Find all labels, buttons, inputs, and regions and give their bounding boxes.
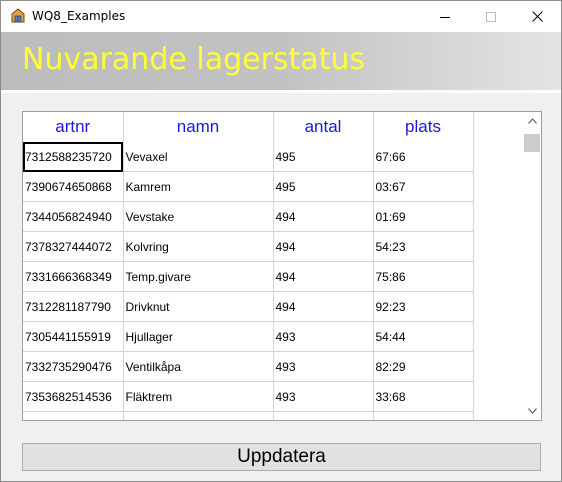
cell-antal[interactable]: 493	[273, 321, 374, 352]
cell-namn[interactable]: Temp.givare	[123, 261, 274, 292]
cell-artnr[interactable]: 7344056824940	[23, 201, 124, 232]
minimize-button[interactable]	[422, 1, 468, 32]
cell-antal[interactable]	[273, 411, 374, 420]
column-header-artnr[interactable]: artnr	[23, 112, 124, 142]
column-header-namn[interactable]: namn	[123, 112, 274, 142]
cell-antal[interactable]: 495	[273, 142, 374, 172]
cell-plats[interactable]: 54:23	[373, 231, 474, 262]
cell-namn[interactable]: Hjullager	[123, 321, 274, 352]
table-row[interactable]: 7305441155919 Hjullager 493 54:44	[23, 321, 474, 352]
cell-plats[interactable]: 03:67	[373, 171, 474, 202]
cell-antal[interactable]: 494	[273, 201, 374, 232]
header-row: artnr namn antal plats	[23, 112, 474, 142]
table-row[interactable]: 7312588235720 Vevaxel 495 67:66	[23, 142, 474, 172]
table-row[interactable]: 7378327444072 Kolvring 494 54:23	[23, 231, 474, 262]
cell-artnr[interactable]: 7305441155919	[23, 321, 124, 352]
cell-plats[interactable]	[373, 411, 474, 420]
cell-artnr[interactable]: 7312588235720	[23, 142, 124, 172]
cell-antal[interactable]: 494	[273, 231, 374, 262]
close-button[interactable]	[514, 1, 560, 32]
scroll-thumb[interactable]	[524, 134, 540, 152]
close-icon	[531, 11, 543, 22]
cell-antal[interactable]: 495	[273, 171, 374, 202]
table-row[interactable]: 7353682514536 Fläktrem 493 33:68	[23, 381, 474, 412]
scroll-down-button[interactable]	[523, 402, 541, 420]
cell-artnr[interactable]: 7353682514536	[23, 381, 124, 412]
table-row[interactable]	[23, 411, 474, 420]
inventory-table: artnr namn antal plats 7312588235720 Vev…	[23, 112, 474, 420]
cell-namn[interactable]: Fläktrem	[123, 381, 274, 412]
cell-namn[interactable]: Kolvring	[123, 231, 274, 262]
cell-artnr[interactable]: 7378327444072	[23, 231, 124, 262]
cell-plats[interactable]: 33:68	[373, 381, 474, 412]
maximize-icon	[486, 11, 496, 22]
cell-namn[interactable]: Drivknut	[123, 291, 274, 322]
cell-namn[interactable]: Kamrem	[123, 171, 274, 202]
table-row[interactable]: 7331666368349 Temp.givare 494 75:86	[23, 261, 474, 292]
table-row[interactable]: 7390674650868 Kamrem 495 03:67	[23, 171, 474, 202]
cell-antal[interactable]: 494	[273, 291, 374, 322]
page-title: Nuvarande lagerstatus	[22, 42, 366, 77]
banner-divider	[1, 90, 561, 93]
table-row[interactable]: 7332735290476 Ventilkåpa 493 82:29	[23, 351, 474, 382]
cell-artnr[interactable]: 7332735290476	[23, 351, 124, 382]
column-header-plats[interactable]: plats	[373, 112, 474, 142]
table-row[interactable]: 7344056824940 Vevstake 494 01:69	[23, 201, 474, 232]
cell-antal[interactable]: 493	[273, 351, 374, 382]
cell-namn[interactable]: Vevstake	[123, 201, 274, 232]
window-title: WQ8_Examples	[32, 9, 126, 23]
cell-plats[interactable]: 75:86	[373, 261, 474, 292]
app-icon	[10, 8, 26, 24]
cell-plats[interactable]: 54:44	[373, 321, 474, 352]
app-window: WQ8_Examples Nuvarande lagerstatus artnr…	[0, 0, 562, 482]
update-button[interactable]: Uppdatera	[22, 443, 541, 471]
table-row[interactable]: 7312281187790 Drivknut 494 92:23	[23, 291, 474, 322]
minimize-icon	[440, 16, 450, 18]
cell-artnr[interactable]	[23, 411, 124, 420]
maximize-button[interactable]	[468, 1, 514, 32]
cell-namn[interactable]: Ventilkåpa	[123, 351, 274, 382]
header-banner: Nuvarande lagerstatus	[1, 32, 561, 90]
cell-artnr[interactable]: 7331666368349	[23, 261, 124, 292]
grid-viewport: artnr namn antal plats 7312588235720 Vev…	[23, 112, 523, 420]
cell-artnr[interactable]: 7390674650868	[23, 171, 124, 202]
chevron-down-icon	[527, 408, 537, 414]
scroll-up-button[interactable]	[523, 112, 541, 130]
cell-plats[interactable]: 92:23	[373, 291, 474, 322]
cell-antal[interactable]: 494	[273, 261, 374, 292]
inventory-grid[interactable]: artnr namn antal plats 7312588235720 Vev…	[22, 111, 542, 421]
cell-plats[interactable]: 67:66	[373, 142, 474, 172]
column-header-antal[interactable]: antal	[273, 112, 374, 142]
cell-plats[interactable]: 01:69	[373, 201, 474, 232]
vertical-scrollbar[interactable]	[523, 112, 541, 420]
chevron-up-icon	[527, 118, 537, 124]
cell-plats[interactable]: 82:29	[373, 351, 474, 382]
cell-antal[interactable]: 493	[273, 381, 374, 412]
cell-namn[interactable]: Vevaxel	[123, 142, 274, 172]
cell-namn[interactable]	[123, 411, 274, 420]
cell-artnr[interactable]: 7312281187790	[23, 291, 124, 322]
title-bar[interactable]: WQ8_Examples	[1, 1, 561, 32]
